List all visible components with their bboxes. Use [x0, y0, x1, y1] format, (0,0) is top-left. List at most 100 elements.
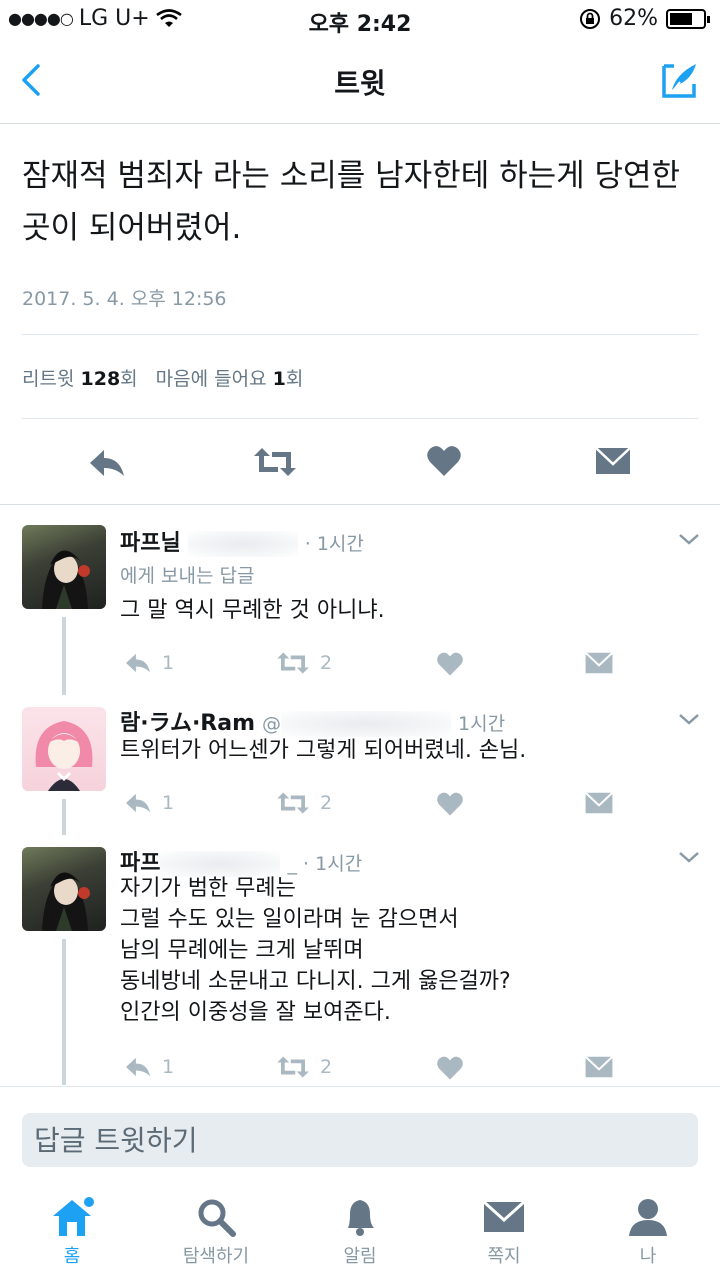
- like-button[interactable]: [436, 651, 464, 677]
- person-icon: [629, 1199, 667, 1236]
- like-stat-label: 마음에 들어요: [155, 368, 267, 390]
- retweet-count: 2: [320, 792, 333, 814]
- tab-notifications[interactable]: 알림: [300, 1196, 420, 1268]
- reply-action-bar: 1 2: [0, 1055, 720, 1085]
- chevron-down-icon[interactable]: [678, 711, 700, 727]
- tweet-timestamp: 2017. 5. 4. 오후 12:56: [22, 288, 227, 310]
- reply-author-name[interactable]: 람·ラム·Ram: [120, 711, 255, 736]
- retweet-count: 2: [320, 1056, 333, 1078]
- avatar[interactable]: [22, 525, 106, 609]
- reply-time: 1시간: [458, 713, 506, 735]
- retweet-button[interactable]: 2: [274, 791, 332, 815]
- tweet-text: 잠재적 범죄자 라는 소리를 남자한테 하는게 당연한 곳이 되어버렸어.: [22, 158, 681, 246]
- like-stat[interactable]: 마음에 들어요 1회: [156, 364, 304, 391]
- retweet-icon: [277, 1056, 309, 1078]
- retweet-icon: [277, 792, 309, 814]
- divider: [22, 334, 698, 335]
- tab-explore[interactable]: 탐색하기: [156, 1196, 276, 1268]
- avatar[interactable]: [22, 847, 106, 931]
- search-icon: [198, 1199, 236, 1237]
- like-icon: [437, 652, 463, 676]
- reply-time: · 1시간: [304, 533, 364, 555]
- tab-home[interactable]: 홈: [12, 1196, 132, 1268]
- reply-icon: [126, 1057, 150, 1077]
- redacted-handle: [187, 531, 298, 557]
- retweet-button[interactable]: 2: [274, 1055, 332, 1079]
- reply-action-bar: 1 2: [0, 791, 720, 821]
- tab-label: 알림: [343, 1246, 377, 1267]
- retweet-stat[interactable]: 리트윗 128회: [22, 364, 138, 391]
- like-icon: [437, 792, 463, 816]
- compose-tweet-icon[interactable]: [658, 58, 702, 102]
- chevron-down-icon[interactable]: [678, 849, 700, 865]
- tab-label: 나: [639, 1246, 657, 1267]
- retweet-stat-count: 128: [80, 368, 121, 390]
- reply-count: 1: [162, 792, 175, 814]
- reply-icon[interactable]: [88, 446, 126, 480]
- message-button[interactable]: [584, 1055, 614, 1079]
- divider: [22, 418, 698, 419]
- message-icon[interactable]: [594, 446, 632, 476]
- retweet-count: 2: [320, 652, 333, 674]
- message-icon: [584, 652, 614, 674]
- reply-item[interactable]: 람·ラム·Ram @ 1시간 트위터가 어느센가 그렇게 되어버렸네. 손님. …: [0, 695, 720, 835]
- reply-item[interactable]: 파프닐 · 1시간 에게 보내는 답글 그 말 역시 무례한 것 아니냐. 1 …: [0, 505, 720, 695]
- reply-count: 1: [162, 652, 175, 674]
- reply-button[interactable]: 1: [122, 791, 174, 815]
- rotation-lock-icon: [580, 8, 601, 29]
- message-button[interactable]: [584, 791, 614, 815]
- avatar-portrait-icon: [42, 872, 90, 931]
- reply-item[interactable]: 파프 _ · 1시간 자기가 범한 무례는 그럴 수도 있는 일이라며 눈 감으…: [0, 835, 720, 1085]
- nav-bar: 트윗: [0, 40, 720, 124]
- reply-icon: [126, 653, 150, 673]
- status-right: 62%: [579, 6, 710, 31]
- reply-header: 파프닐 · 1시간: [120, 525, 364, 557]
- reply-text: 그 말 역시 무례한 것 아니냐.: [120, 598, 385, 623]
- reply-button[interactable]: 1: [122, 1055, 174, 1079]
- message-button[interactable]: [584, 651, 614, 675]
- reply-button[interactable]: 1: [122, 651, 174, 675]
- avatar-portrait-icon: [42, 550, 90, 609]
- reply-icon: [126, 793, 150, 813]
- retweet-button[interactable]: 2: [274, 651, 332, 675]
- message-icon: [584, 792, 614, 814]
- reply-action-bar: 1 2: [0, 651, 720, 681]
- battery-icon: [666, 8, 710, 29]
- replying-to: 에게 보내는 답글: [120, 565, 255, 587]
- reply-time: _ · 1시간: [287, 853, 363, 875]
- envelope-icon: [482, 1200, 526, 1232]
- like-button[interactable]: [436, 791, 464, 817]
- avatar-portrait-icon: [35, 721, 93, 791]
- reply-header: 람·ラム·Ram @ 1시간: [120, 705, 505, 737]
- like-stat-count: 1: [272, 368, 286, 390]
- tab-messages[interactable]: 쪽지: [444, 1196, 564, 1268]
- retweet-stat-label: 리트윗: [22, 368, 75, 390]
- reply-text: 트위터가 어느센가 그렇게 되어버렸네. 손님.: [120, 738, 527, 763]
- like-stat-unit: 회: [285, 368, 304, 390]
- avatar[interactable]: [22, 707, 106, 791]
- redacted-handle: [281, 711, 452, 737]
- like-icon[interactable]: [426, 444, 462, 478]
- reply-count: 1: [162, 1056, 175, 1078]
- tab-label: 쪽지: [487, 1246, 521, 1267]
- home-icon: [53, 1197, 94, 1236]
- reply-text: 자기가 범한 무례는 그럴 수도 있는 일이라며 눈 감으면서 남의 무례에는 …: [120, 876, 511, 1025]
- tab-label: 홈: [63, 1246, 81, 1267]
- message-icon: [584, 1056, 614, 1078]
- tweet-stats: 리트윗 128회 마음에 들어요 1회: [22, 364, 303, 391]
- tab-bar: 홈 탐색하기 알림 쪽지 나: [0, 1188, 720, 1281]
- retweet-stat-unit: 회: [120, 368, 138, 390]
- like-icon: [437, 1056, 463, 1080]
- like-button[interactable]: [436, 1055, 464, 1081]
- tab-me[interactable]: 나: [588, 1196, 708, 1268]
- retweet-icon[interactable]: [252, 446, 298, 478]
- reply-author-name[interactable]: 파프닐: [120, 531, 181, 556]
- tab-label: 탐색하기: [182, 1246, 250, 1267]
- reply-compose-bar: [0, 1086, 720, 1182]
- chevron-down-icon[interactable]: [678, 531, 700, 547]
- reply-tweet-input[interactable]: [22, 1113, 698, 1167]
- battery-percent: 62%: [609, 6, 658, 31]
- retweet-icon: [277, 652, 309, 674]
- tweet-action-bar: [0, 440, 720, 490]
- bell-icon: [348, 1200, 374, 1236]
